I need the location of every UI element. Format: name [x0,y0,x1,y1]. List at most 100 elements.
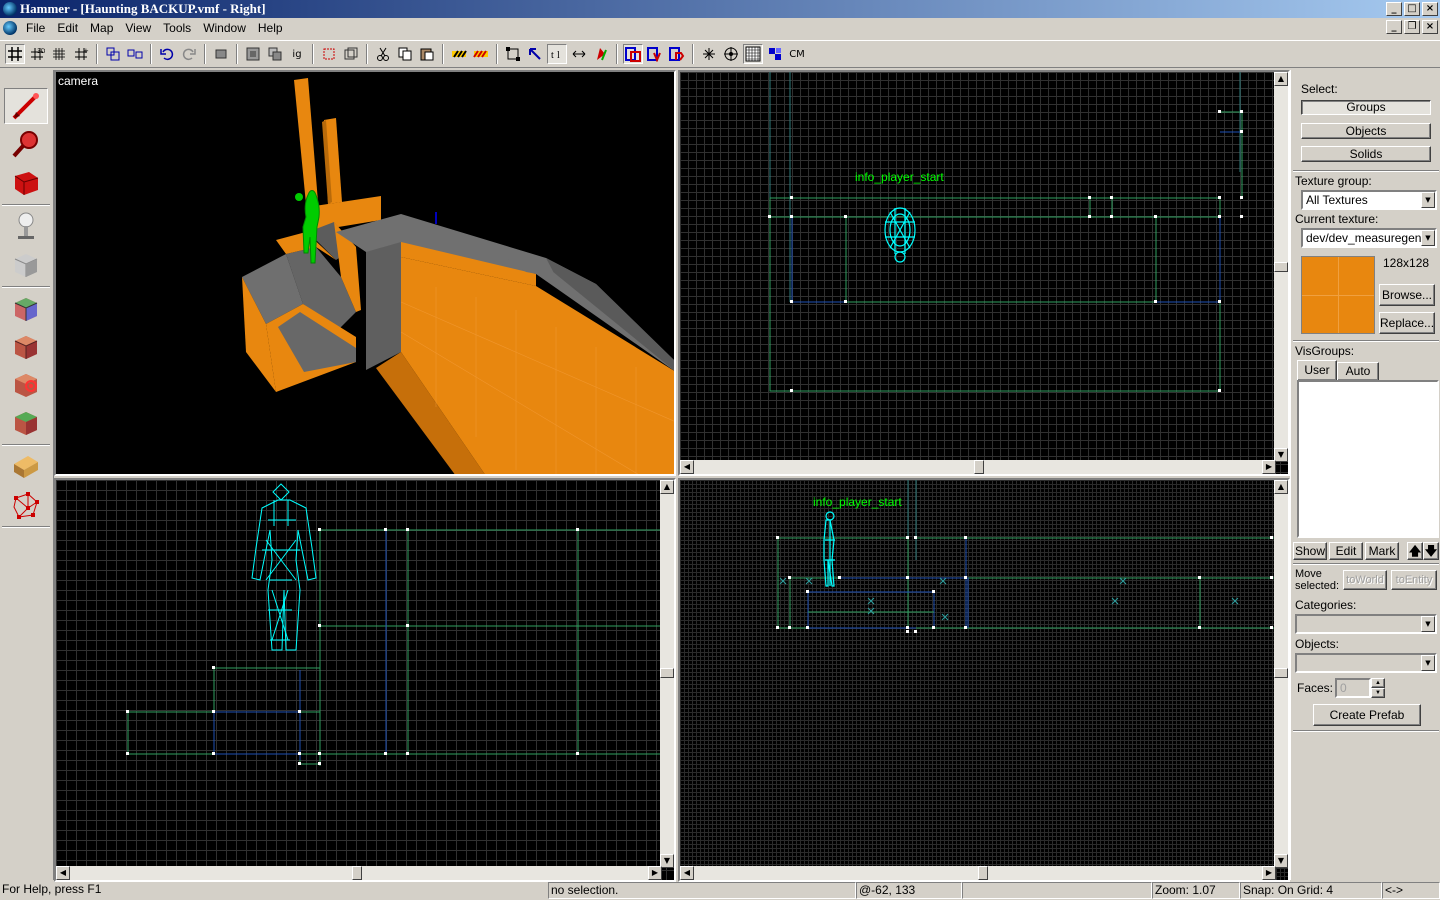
current-texture-select[interactable]: dev/dev_measuregeneric01 ▼ [1301,228,1437,248]
chevron-down-icon[interactable]: ▼ [1421,192,1435,208]
document-icon[interactable] [3,21,17,35]
scroll-right-icon[interactable]: ▶ [648,866,662,880]
chevron-down-icon[interactable]: ▼ [1421,655,1435,671]
top-view-vscrollbar[interactable]: ▲ ▼ [1274,72,1288,462]
decal-tool-icon[interactable] [4,366,48,402]
tab-visgroups-user[interactable]: User [1297,360,1337,380]
cordon-toggle-icon[interactable] [341,44,361,64]
select-solids-button[interactable]: Solids [1301,146,1431,162]
menu-help[interactable]: Help [252,18,289,38]
entity-blocks-icon[interactable] [765,44,785,64]
show-visgroup-button[interactable]: Show [1293,542,1327,560]
side-view-hscrollbar[interactable]: ◀ ▶ [680,866,1276,880]
select-groups-button[interactable]: Groups [1301,100,1431,115]
grid-larger-icon[interactable]: + [71,44,91,64]
scroll-down-icon[interactable]: ▼ [1274,854,1288,868]
chevron-down-icon[interactable]: ▼ [1421,230,1435,246]
faces-spin-down-icon[interactable]: ▼ [1371,688,1385,698]
unhide-icon[interactable] [265,44,285,64]
hazard-stripes-alt-icon[interactable] [471,44,491,64]
selection-box-icon[interactable] [503,44,523,64]
hide-selected-icon[interactable] [243,44,263,64]
create-prefab-button[interactable]: Create Prefab [1313,704,1421,726]
group-icon[interactable] [103,44,123,64]
front-2d-viewport[interactable]: ▲ ▼ ◀ ▶ [54,478,676,882]
faces-spin-up-icon[interactable]: ▲ [1371,678,1385,688]
scroll-thumb[interactable] [352,866,362,880]
objects-select[interactable]: ▼ [1295,653,1437,673]
camera-viewport[interactable]: camera [54,70,676,476]
cordon-icon[interactable] [319,44,339,64]
apply-texture-tool-icon[interactable] [4,328,48,364]
scroll-left-icon[interactable]: ◀ [680,460,694,474]
view-3d-textured-icon[interactable] [623,44,643,64]
model-icon[interactable] [699,44,719,64]
scroll-down-icon[interactable]: ▼ [660,854,674,868]
scroll-right-icon[interactable]: ▶ [1262,460,1276,474]
tab-visgroups-auto[interactable]: Auto [1337,362,1379,380]
entity-tool-icon[interactable] [4,208,48,244]
front-view-vscrollbar[interactable]: ▲ ▼ [660,480,674,868]
carve-icon[interactable] [211,44,231,64]
clipping-tool-icon[interactable] [4,448,48,484]
paste-icon[interactable] [417,44,437,64]
top-view-hscrollbar[interactable]: ◀ ▶ [680,460,1276,474]
browse-button[interactable]: Browse... [1379,284,1435,306]
view-3d-flat-icon[interactable] [645,44,665,64]
cut-icon[interactable] [373,44,393,64]
to-entity-button[interactable]: toEntity [1391,570,1437,590]
edit-visgroup-button[interactable]: Edit [1329,542,1363,560]
scroll-up-icon[interactable]: ▲ [660,480,674,494]
run-map-icon[interactable] [591,44,611,64]
visgroups-list[interactable] [1297,380,1439,538]
faces-input[interactable]: 0 [1335,678,1371,698]
menu-tools[interactable]: Tools [157,18,197,38]
camera-tool-icon[interactable] [4,164,48,200]
copy-icon[interactable] [395,44,415,64]
cubemap-icon[interactable]: CM [787,44,807,64]
side-view-vscrollbar[interactable]: ▲ ▼ [1274,480,1288,868]
grid-3d-icon[interactable]: 3D [27,44,47,64]
front-view-hscrollbar[interactable]: ◀ ▶ [56,866,662,880]
menu-file[interactable]: File [20,18,51,38]
texture-group-select[interactable]: All Textures ▼ [1301,190,1437,210]
doc-minimize-button[interactable]: _ [1386,20,1402,34]
arrow-down-icon[interactable]: 🡇 [1423,542,1439,560]
maximize-button[interactable]: □ [1404,2,1420,16]
scroll-thumb[interactable] [978,866,988,880]
scroll-thumb[interactable] [974,460,984,474]
scroll-thumb[interactable] [1274,668,1288,678]
mark-visgroup-button[interactable]: Mark [1365,542,1399,560]
select-objects-button[interactable]: Objects [1301,123,1431,139]
side-2d-viewport[interactable]: info_player_start ▲ ▼ ◀ ▶ [678,478,1290,882]
top-2d-viewport[interactable]: info_player_start ▲ ▼ ◀ ▶ [678,70,1290,476]
texture-application-tool-icon[interactable] [4,290,48,326]
ungroup-icon[interactable] [125,44,145,64]
scroll-down-icon[interactable]: ▼ [1274,448,1288,462]
selection-tool-icon[interactable] [4,88,48,124]
hazard-stripes-icon[interactable] [449,44,469,64]
view-3d-wire-icon[interactable] [667,44,687,64]
scroll-left-icon[interactable]: ◀ [680,866,694,880]
arrows-icon[interactable] [569,44,589,64]
scroll-thumb[interactable] [660,668,674,678]
grid-toggle-icon[interactable] [5,44,25,64]
ignore-groups-icon[interactable]: ig [287,44,307,64]
categories-select[interactable]: ▼ [1295,614,1437,634]
menu-window[interactable]: Window [197,18,252,38]
scroll-up-icon[interactable]: ▲ [1274,480,1288,494]
texture-lock-icon[interactable] [525,44,545,64]
redo-icon[interactable] [179,44,199,64]
magnify-tool-icon[interactable] [4,126,48,162]
menu-edit[interactable]: Edit [51,18,84,38]
menu-view[interactable]: View [119,18,157,38]
menu-map[interactable]: Map [84,18,119,38]
replace-button[interactable]: Replace... [1379,312,1435,334]
texture-lock-toggle-icon[interactable]: tl [547,44,567,64]
to-world-button[interactable]: toWorld [1343,570,1387,590]
doc-restore-button[interactable]: ❐ [1404,20,1420,34]
minimize-button[interactable]: _ [1386,2,1402,16]
arrow-up-icon[interactable]: 🡅 [1407,542,1423,560]
overlay-tool-icon[interactable] [4,404,48,440]
chevron-down-icon[interactable]: ▼ [1421,616,1435,632]
